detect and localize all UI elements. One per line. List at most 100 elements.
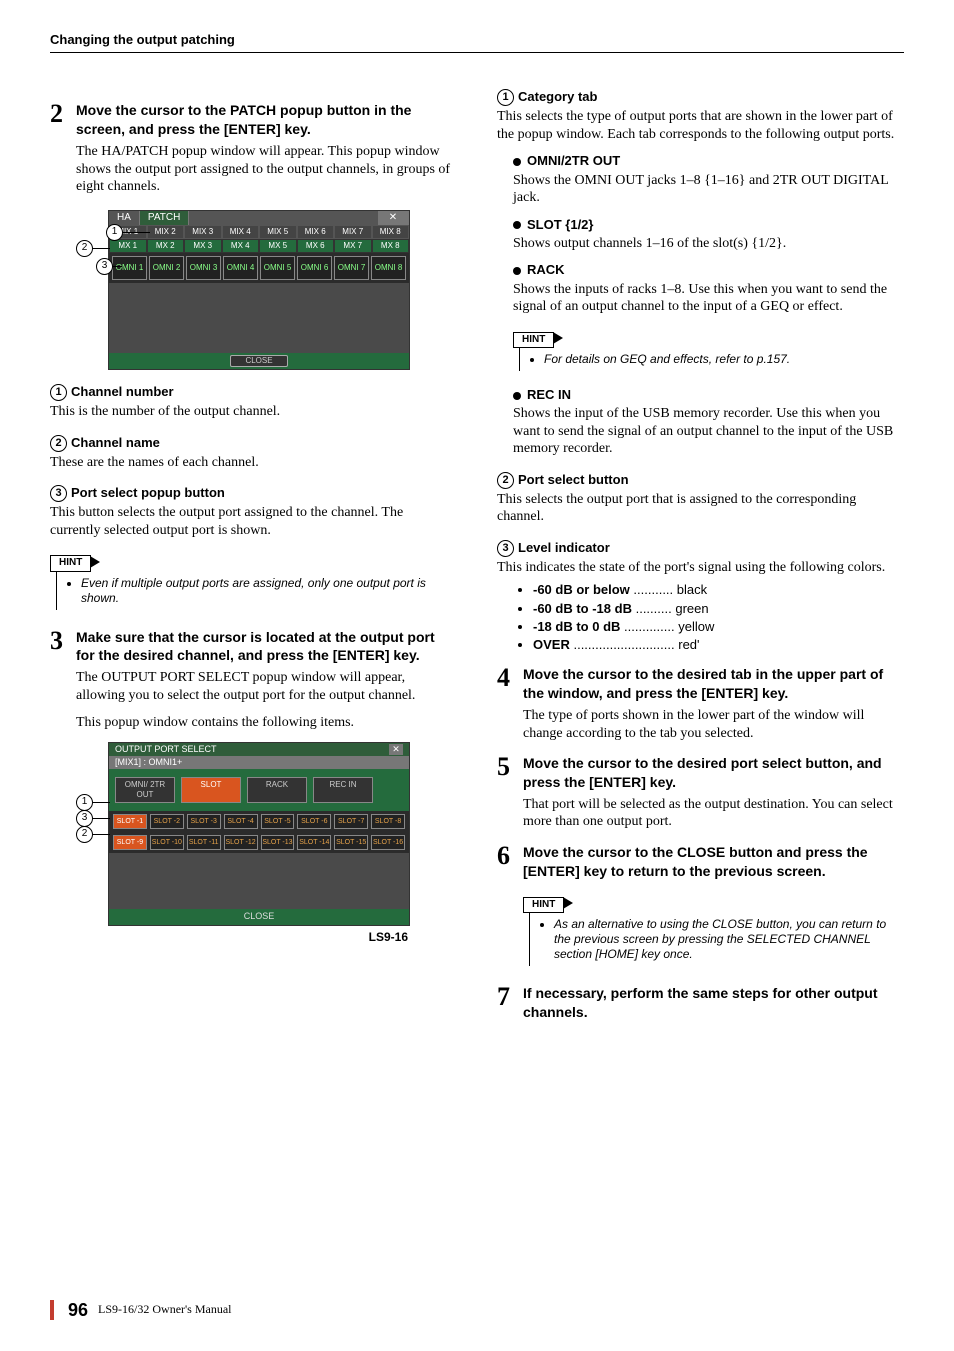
callout2-3: 3 — [76, 810, 93, 827]
fig2-port-btn[interactable]: SLOT -4 — [224, 814, 258, 829]
running-head: Changing the output patching — [50, 32, 904, 53]
figure-output-port-select: 1 3 2 OUTPUT PORT SELECT ✕ [MIX1] : OMNI1… — [76, 742, 416, 945]
step-4-number: 4 — [497, 665, 515, 691]
fig2-tab-slot[interactable]: SLOT — [181, 777, 241, 803]
fig1-port-btn[interactable]: OMNI 6 — [297, 256, 332, 280]
callout-3: 3 — [96, 258, 113, 275]
port-select-body: This selects the output port that is ass… — [497, 491, 904, 526]
fig2-tab-omni[interactable]: OMNI/ 2TR OUT — [115, 777, 175, 803]
callout2-2: 2 — [76, 826, 93, 843]
item-channel-number-head: 1Channel number — [50, 384, 457, 401]
hint-1: HINT Even if multiple output ports are a… — [50, 553, 457, 610]
fig2-tab-rack[interactable]: RACK — [247, 777, 307, 803]
category-tab-head: 1Category tab — [497, 89, 904, 106]
callout-1: 1 — [106, 224, 123, 241]
step-4-body: The type of ports shown in the lower par… — [523, 707, 904, 742]
slot-body: Shows output channels 1–16 of the slot(s… — [513, 235, 904, 253]
left-column: 2 Move the cursor to the PATCH popup but… — [50, 89, 457, 1022]
hint-badge: HINT — [50, 555, 91, 572]
step-6-number: 6 — [497, 843, 515, 869]
fig2-port-btn[interactable]: SLOT -14 — [297, 835, 331, 850]
step-3-body1: The OUTPUT PORT SELECT popup window will… — [76, 669, 457, 704]
callout-2: 2 — [76, 240, 93, 257]
step-4-head: Move the cursor to the desired tab in th… — [523, 665, 904, 703]
recin-body: Shows the input of the USB memory record… — [513, 405, 904, 458]
hint-3-text: As an alternative to using the CLOSE but… — [554, 917, 900, 962]
step-3: 3 Make sure that the cursor is located a… — [50, 628, 457, 666]
fig1-channel-number-row: MIX 1MIX 2MIX 3MIX 4MIX 5MIX 6MIX 7MIX 8 — [109, 225, 409, 239]
fig1-close-button[interactable]: CLOSE — [230, 355, 287, 367]
fig2-port-btn[interactable]: SLOT -16 — [371, 835, 405, 850]
item-port-select-head: 3Port select popup button — [50, 485, 457, 502]
step-5: 5 Move the cursor to the desired port se… — [497, 754, 904, 792]
fig2-close-icon[interactable]: ✕ — [389, 744, 403, 755]
step-3-body2: This popup window contains the following… — [76, 714, 457, 732]
figure-ha-patch: 1 2 3 HA PATCH ✕ MIX 1MIX 2MIX 3MIX 4MIX… — [76, 210, 416, 371]
fig2-port-btn[interactable]: SLOT -15 — [334, 835, 368, 850]
right-column: 1Category tab This selects the type of o… — [497, 89, 904, 1022]
fig2-port-btn[interactable]: SLOT -6 — [297, 814, 331, 829]
step-3-number: 3 — [50, 628, 68, 654]
step-6: 6 Move the cursor to the CLOSE button an… — [497, 843, 904, 881]
hint-2: HINT For details on GEQ and effects, ref… — [513, 330, 904, 372]
fig2-port-btn[interactable]: SLOT -1 — [113, 814, 147, 829]
fig1-port-select-row: OMNI 1 OMNI 2 OMNI 3 OMNI 4 OMNI 5 OMNI … — [109, 253, 409, 283]
fig1-port-btn[interactable]: OMNI 4 — [223, 256, 258, 280]
port-select-head: 2Port select button — [497, 472, 904, 489]
fig1-channel-name-row: MX 1MX 2MX 3MX 4MX 5MX 6MX 7MX 8 — [109, 239, 409, 253]
fig2-port-btn[interactable]: SLOT -5 — [261, 814, 295, 829]
fig2-port-btn[interactable]: SLOT -11 — [187, 835, 221, 850]
fig2-caption: LS9-16 — [76, 930, 408, 945]
step-2: 2 Move the cursor to the PATCH popup but… — [50, 101, 457, 139]
hint-badge: HINT — [513, 332, 554, 349]
step-5-body: That port will be selected as the output… — [523, 796, 904, 831]
step-2-head: Move the cursor to the PATCH popup butto… — [76, 101, 457, 139]
fig2-port-btn[interactable]: SLOT -3 — [187, 814, 221, 829]
fig1-port-btn[interactable]: OMNI 8 — [371, 256, 406, 280]
fig2-port-btn[interactable]: SLOT -2 — [150, 814, 184, 829]
fig2-port-btn[interactable]: SLOT -9 — [113, 835, 147, 850]
item-channel-number-body: This is the number of the output channel… — [50, 403, 457, 421]
footer-owner: LS9-16/32 Owner's Manual — [98, 1302, 231, 1317]
level-indicator-list: -60 dB or below ........... black -60 dB… — [533, 582, 904, 653]
fig2-port-btn[interactable]: SLOT -10 — [150, 835, 184, 850]
step-6-head: Move the cursor to the CLOSE button and … — [523, 843, 904, 881]
item-port-select-body: This button selects the output port assi… — [50, 504, 457, 539]
item-channel-name-body: These are the names of each channel. — [50, 454, 457, 472]
fig2-title: OUTPUT PORT SELECT — [115, 744, 217, 755]
fig1-close-icon[interactable]: ✕ — [378, 211, 409, 226]
step-4: 4 Move the cursor to the desired tab in … — [497, 665, 904, 703]
fig2-port-btn[interactable]: SLOT -7 — [334, 814, 368, 829]
fig2-port-btn[interactable]: SLOT -8 — [371, 814, 405, 829]
fig1-port-btn[interactable]: OMNI 7 — [334, 256, 369, 280]
fig1-port-btn[interactable]: OMNI 2 — [149, 256, 184, 280]
fig2-port-btn[interactable]: SLOT -13 — [261, 835, 295, 850]
level-indicator-head: 3Level indicator — [497, 540, 904, 557]
callout2-1: 1 — [76, 794, 93, 811]
fig1-port-btn[interactable]: OMNI 3 — [186, 256, 221, 280]
step-2-body: The HA/PATCH popup window will appear. T… — [76, 143, 457, 196]
fig2-close-button[interactable]: CLOSE — [244, 911, 275, 921]
fig1-port-btn[interactable]: OMNI 5 — [260, 256, 295, 280]
hint-1-text: Even if multiple output ports are assign… — [81, 576, 453, 606]
rack-head: RACK — [513, 262, 904, 278]
step-5-head: Move the cursor to the desired port sele… — [523, 754, 904, 792]
step-2-number: 2 — [50, 101, 68, 127]
fig1-port-btn[interactable]: OMNI 1 — [112, 256, 147, 280]
step-5-number: 5 — [497, 754, 515, 780]
fig2-tab-recin[interactable]: REC IN — [313, 777, 373, 803]
step-7-head: If necessary, perform the same steps for… — [523, 984, 904, 1022]
hint-3: HINT As an alternative to using the CLOS… — [523, 895, 904, 967]
fig1-tab-ha[interactable]: HA — [109, 211, 140, 226]
step-3-head: Make sure that the cursor is located at … — [76, 628, 457, 666]
omni-body: Shows the OMNI OUT jacks 1–8 {1–16} and … — [513, 172, 904, 207]
item-channel-name-head: 2Channel name — [50, 435, 457, 452]
fig1-tab-patch[interactable]: PATCH — [140, 211, 189, 226]
fig2-subhead: [MIX1] : OMNI1+ — [109, 756, 409, 769]
level-indicator-body: This indicates the state of the port's s… — [497, 559, 904, 577]
recin-head: REC IN — [513, 387, 904, 403]
fig2-port-btn[interactable]: SLOT -12 — [224, 835, 258, 850]
page-number: 96 — [68, 1299, 88, 1322]
omni-head: OMNI/2TR OUT — [513, 153, 904, 169]
rack-body: Shows the inputs of racks 1–8. Use this … — [513, 281, 904, 316]
